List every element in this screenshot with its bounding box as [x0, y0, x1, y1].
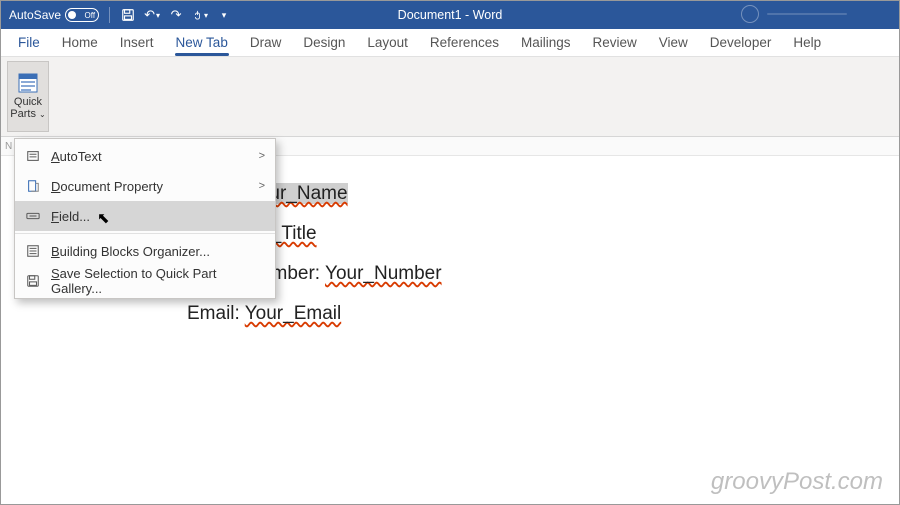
ribbon-body: Quick Parts ⌄	[1, 57, 899, 137]
tab-developer[interactable]: Developer	[699, 31, 783, 56]
save-icon[interactable]	[120, 7, 136, 23]
account-area[interactable]	[741, 5, 881, 23]
autotext-icon	[25, 148, 41, 164]
touch-mouse-icon[interactable]: ▾	[192, 7, 208, 23]
blocks-icon	[25, 243, 41, 259]
field-value[interactable]: Your_Number	[325, 263, 442, 284]
chevron-right-icon: >	[259, 180, 265, 192]
tab-review[interactable]: Review	[582, 31, 648, 56]
tab-design[interactable]: Design	[292, 31, 356, 56]
menu-item-save-selection-to-quick-part-gallery[interactable]: Save Selection to Quick Part Gallery...	[15, 266, 275, 296]
tab-new-tab[interactable]: New Tab	[165, 31, 239, 56]
field-value[interactable]: Your_Email	[245, 303, 341, 324]
menu-item-label: Building Blocks Organizer...	[51, 244, 265, 259]
menu-item-document-property[interactable]: Document Property>	[15, 171, 275, 201]
tab-draw[interactable]: Draw	[239, 31, 293, 56]
menu-item-label: Document Property	[51, 179, 265, 194]
save-icon	[25, 273, 41, 289]
menu-item-label: Save Selection to Quick Part Gallery...	[51, 266, 265, 296]
tab-home[interactable]: Home	[51, 31, 109, 56]
quick-parts-label: Quick Parts ⌄	[10, 96, 45, 120]
docprop-icon	[25, 178, 41, 194]
chevron-right-icon: >	[259, 150, 265, 162]
tab-references[interactable]: References	[419, 31, 510, 56]
menu-item-autotext[interactable]: AutoText>	[15, 141, 275, 171]
tab-view[interactable]: View	[648, 31, 699, 56]
field-icon	[25, 208, 41, 224]
tab-file[interactable]: File	[7, 31, 51, 56]
tab-mailings[interactable]: Mailings	[510, 31, 582, 56]
redo-icon[interactable]: ↷	[168, 7, 184, 23]
autosave-toggle[interactable]: AutoSave Off	[9, 8, 99, 22]
quick-parts-icon	[18, 73, 38, 93]
document-title: Document1 - Word	[398, 8, 503, 22]
ribbon-tabs: FileHomeInsertNew TabDrawDesignLayoutRef…	[1, 29, 899, 57]
autosave-switch[interactable]: Off	[65, 8, 99, 22]
menu-item-building-blocks-organizer[interactable]: Building Blocks Organizer...	[15, 236, 275, 266]
menu-separator	[15, 233, 275, 234]
undo-icon[interactable]: ↶▾	[144, 7, 160, 23]
tab-layout[interactable]: Layout	[356, 31, 419, 56]
menu-item-label: Field...	[51, 209, 265, 224]
quick-parts-menu: AutoText>Document Property>Field...⬉Buil…	[14, 138, 276, 299]
titlebar: AutoSave Off ↶▾ ↷ ▾ ▾ Document1 - Word	[1, 1, 899, 29]
quick-parts-button[interactable]: Quick Parts ⌄	[7, 61, 49, 132]
watermark: groovyPost.com	[711, 468, 883, 496]
ruler-left-marker: N	[5, 141, 12, 152]
tab-insert[interactable]: Insert	[109, 31, 165, 56]
doc-line[interactable]: Email: Your_Email	[187, 303, 442, 325]
menu-item-field[interactable]: Field...⬉	[15, 201, 275, 231]
qat-customize-icon[interactable]: ▾	[216, 7, 232, 23]
menu-item-label: AutoText	[51, 149, 265, 164]
autosave-label: AutoSave	[9, 8, 61, 22]
tab-help[interactable]: Help	[782, 31, 832, 56]
field-label: Email:	[187, 303, 245, 324]
